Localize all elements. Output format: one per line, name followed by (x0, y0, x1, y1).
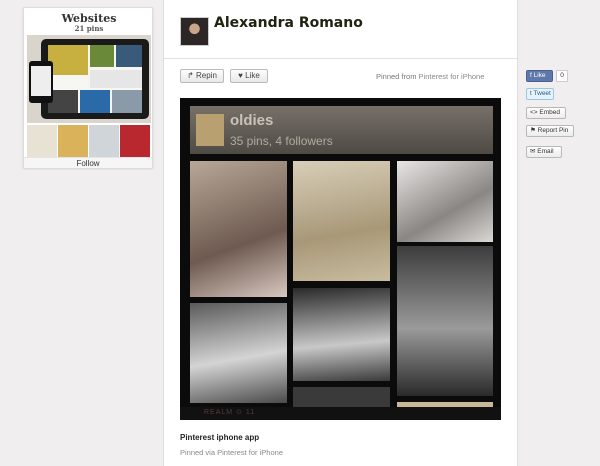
photo-tile (293, 387, 390, 407)
facebook-like-button[interactable]: f Like (526, 70, 553, 82)
user-avatar[interactable] (180, 17, 209, 46)
photo-tile (293, 288, 390, 381)
twitter-icon: t (530, 90, 532, 97)
pinned-via-prefix: Pinned via (180, 448, 216, 457)
facebook-like-label: Like (533, 72, 546, 79)
report-pin-button[interactable]: ⚑ Report Pin (526, 125, 574, 137)
heart-icon: ♥ (238, 71, 243, 80)
board-card[interactable]: Websites 21 pins Follow (23, 7, 153, 168)
board-avatar (196, 114, 224, 146)
email-label: Email (537, 148, 554, 155)
phone-image (29, 61, 53, 103)
facebook-icon: f (530, 72, 532, 79)
board-thumbnail[interactable] (27, 125, 57, 157)
pin-panel: Alexandra Romano ↱ Repin ♥ Like Pinned f… (163, 0, 518, 466)
photo-tile (397, 246, 493, 396)
board-thumbnail[interactable] (58, 125, 88, 157)
header-divider (164, 58, 517, 59)
board-pin-count: 21 pins (74, 24, 104, 33)
follow-button-label[interactable]: Follow (24, 159, 152, 168)
board-thumbnails (27, 125, 151, 157)
email-button[interactable]: ✉ Email (526, 146, 562, 158)
pin-caption: Pinterest iphone app (180, 433, 260, 442)
board-thumbnail[interactable] (89, 125, 119, 157)
photo-footer-text: REALM ⊙ 11 (204, 409, 256, 416)
board-name: oldies (230, 112, 274, 129)
board-cover-image[interactable] (27, 35, 151, 123)
pinned-from: Pinned from Pinterest for iPhone (376, 72, 484, 81)
embed-button[interactable]: <> Embed (526, 107, 566, 119)
like-button[interactable]: ♥ Like (230, 69, 268, 83)
board-thumbnail[interactable] (120, 125, 150, 157)
code-icon: <> (530, 109, 538, 116)
user-name[interactable]: Alexandra Romano (214, 15, 363, 31)
pinned-via-link[interactable]: Pinterest for iPhone (217, 448, 283, 457)
repin-button-label: Repin (196, 71, 217, 80)
tweet-button[interactable]: t Tweet (526, 88, 554, 100)
photo-tile (190, 161, 287, 297)
photo-tile (293, 161, 390, 281)
pin-image[interactable]: oldies 35 pins, 4 followers REALM ⊙ 11 (180, 98, 501, 420)
photo-tile (190, 303, 287, 403)
tweet-label: Tweet (533, 90, 551, 97)
embed-label: Embed (539, 109, 561, 116)
report-pin-label: Report Pin (537, 127, 569, 134)
pinned-from-link[interactable]: Pinterest for iPhone (419, 72, 485, 81)
envelope-icon: ✉ (530, 148, 536, 155)
board-stats: 35 pins, 4 followers (230, 134, 333, 148)
flag-icon: ⚑ (530, 127, 536, 134)
board-banner: oldies 35 pins, 4 followers (190, 106, 493, 154)
photo-tile (397, 161, 493, 242)
pinned-from-prefix: Pinned from (376, 72, 417, 81)
pin-icon: ↱ (187, 71, 194, 80)
tablet-image (41, 39, 149, 119)
facebook-like-count: 0 (556, 70, 568, 82)
pinned-via: Pinned via Pinterest for iPhone (180, 448, 283, 457)
repin-button[interactable]: ↱ Repin (180, 69, 224, 83)
like-button-label: Like (245, 71, 260, 80)
